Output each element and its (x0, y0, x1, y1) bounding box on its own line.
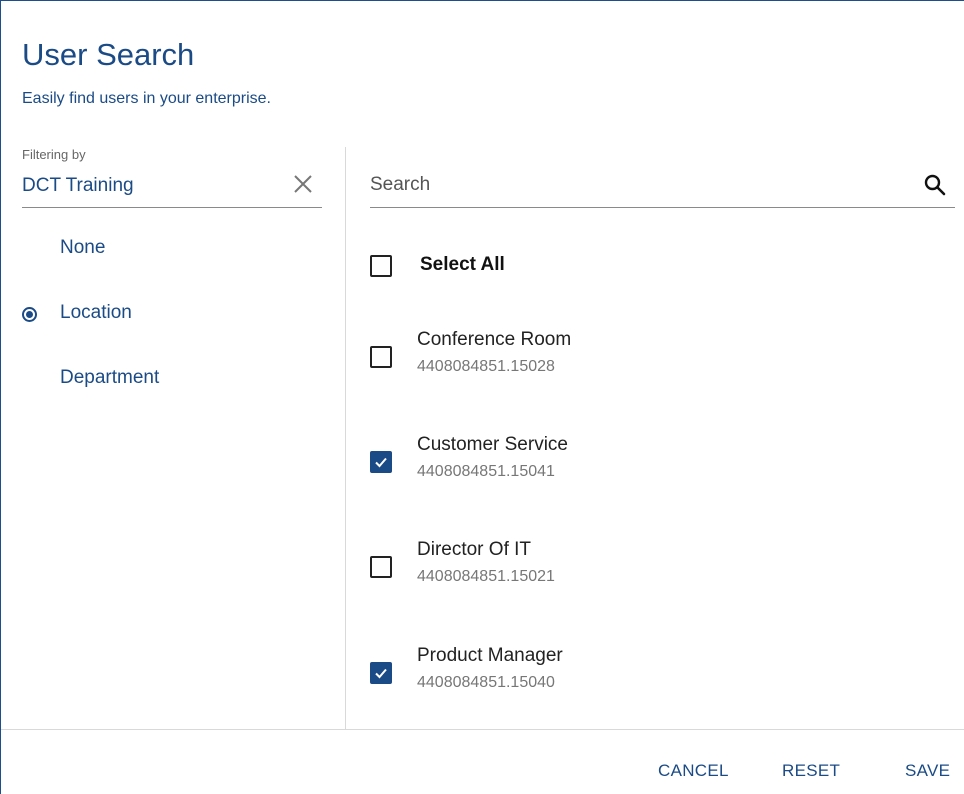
select-all-checkbox[interactable] (370, 255, 392, 277)
filter-option-label: None (60, 237, 106, 258)
filter-option-location[interactable]: Location (22, 302, 322, 332)
item-checkbox[interactable] (370, 451, 392, 473)
item-checkbox[interactable] (370, 556, 392, 578)
item-checkbox[interactable] (370, 346, 392, 368)
checkmark-icon (375, 457, 387, 468)
user-name: Product Manager (417, 645, 563, 666)
footer-divider (1, 729, 964, 730)
select-all-row[interactable]: Select All (370, 251, 670, 281)
list-item[interactable]: Conference Room 4408084851.15028 (370, 329, 930, 389)
user-id: 4408084851.15028 (417, 358, 555, 375)
user-id: 4408084851.15040 (417, 674, 555, 691)
filter-underline (22, 207, 322, 208)
user-name: Customer Service (417, 434, 568, 455)
user-id: 4408084851.15021 (417, 568, 555, 585)
radio-selected-icon (22, 307, 37, 322)
close-icon[interactable] (292, 173, 314, 195)
cancel-button[interactable]: CANCEL (658, 761, 729, 781)
user-id: 4408084851.15041 (417, 463, 555, 480)
search-input[interactable] (370, 167, 910, 203)
user-name: Director Of IT (417, 539, 532, 560)
reset-button[interactable]: RESET (782, 761, 840, 781)
item-checkbox[interactable] (370, 662, 392, 684)
search-underline (370, 207, 955, 208)
filter-option-department[interactable]: Department (22, 367, 322, 397)
select-all-label: Select All (420, 254, 505, 275)
checkmark-icon (375, 668, 387, 679)
search-bar (370, 161, 955, 209)
filter-option-none[interactable]: None (22, 237, 322, 267)
list-item[interactable]: Director Of IT 4408084851.15021 (370, 539, 930, 599)
search-icon[interactable] (923, 173, 947, 197)
filter-label: Filtering by (22, 147, 86, 162)
dialog-subtitle: Easily find users in your enterprise. (22, 90, 271, 107)
list-item[interactable]: Product Manager 4408084851.15040 (370, 645, 930, 705)
filter-value[interactable]: DCT Training (22, 175, 134, 197)
user-search-dialog: User Search Easily find users in your en… (0, 0, 964, 794)
save-button[interactable]: SAVE (905, 761, 950, 781)
panel-divider (345, 147, 346, 729)
dialog-title: User Search (22, 37, 195, 72)
user-name: Conference Room (417, 329, 572, 350)
filter-option-label: Department (60, 367, 160, 388)
filter-option-label: Location (60, 302, 132, 323)
list-item[interactable]: Customer Service 4408084851.15041 (370, 434, 930, 494)
